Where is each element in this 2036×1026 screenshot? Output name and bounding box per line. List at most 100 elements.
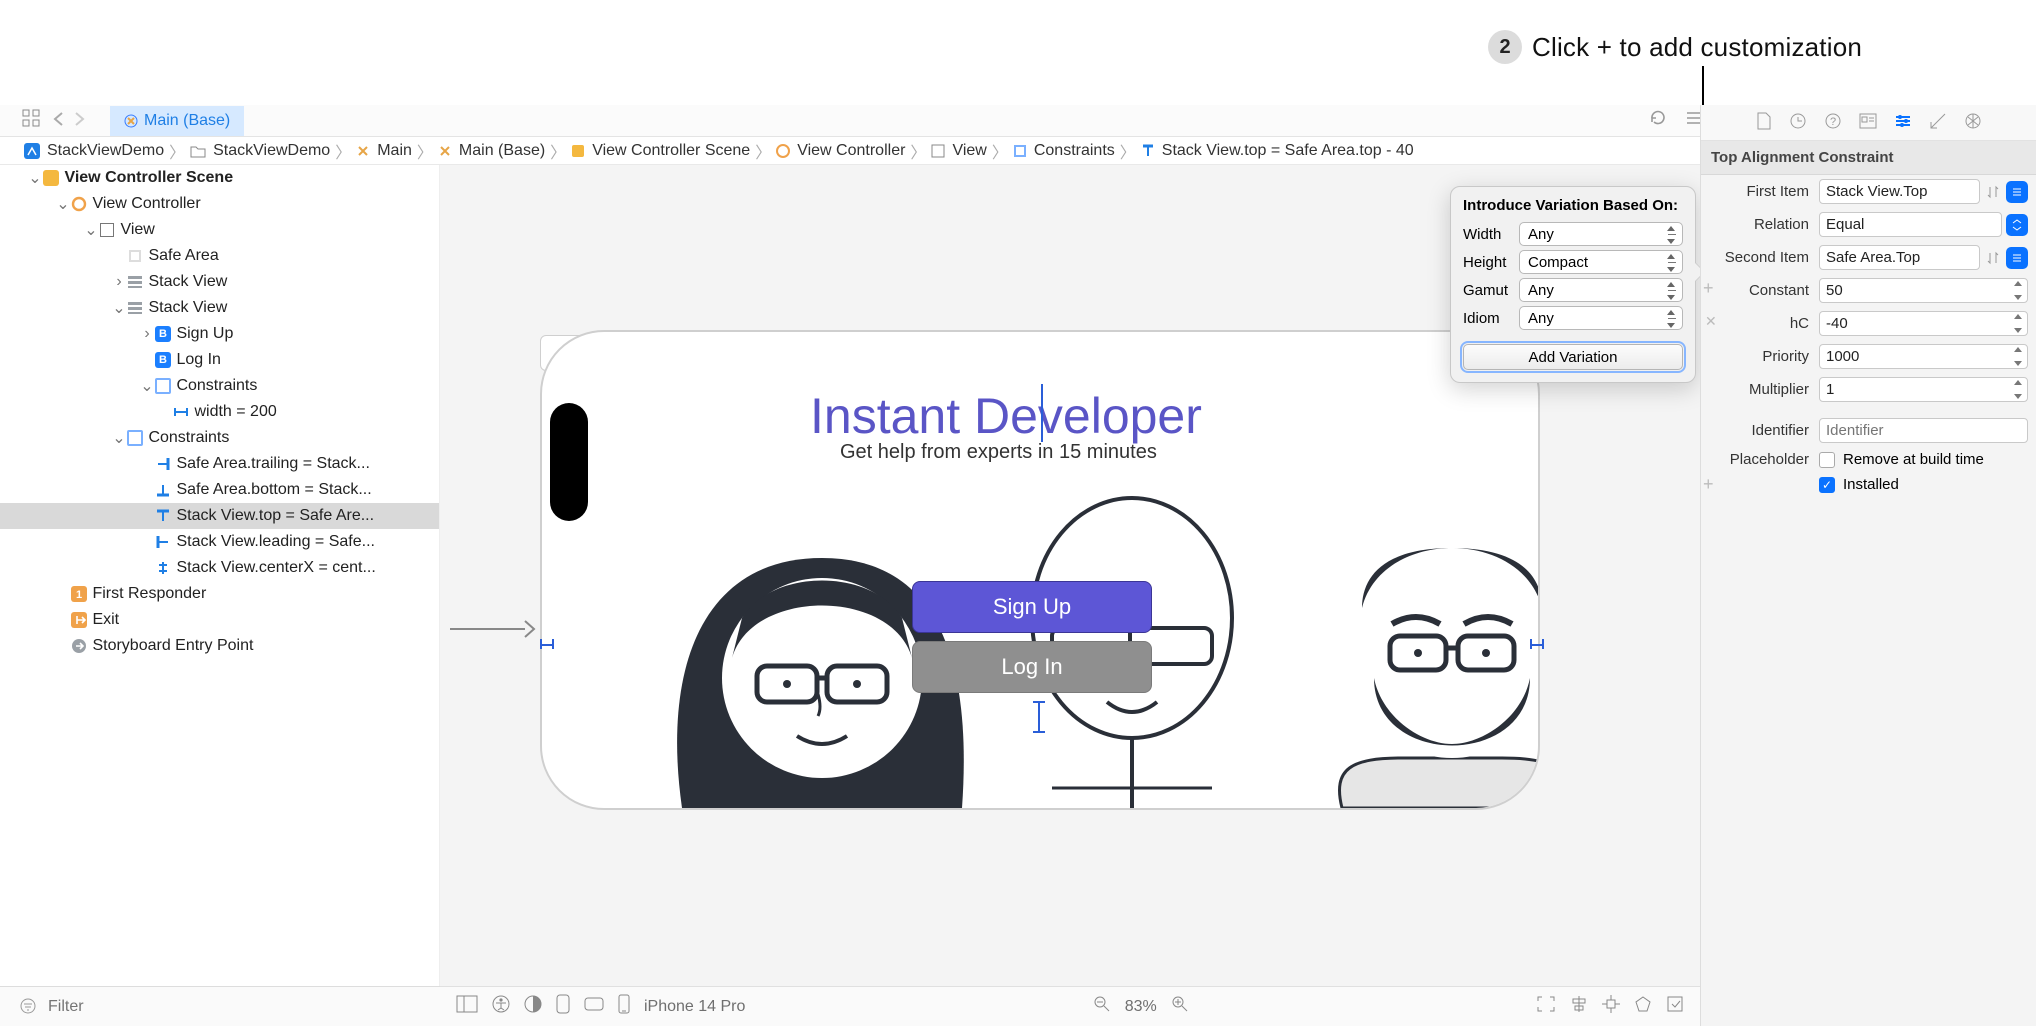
accessibility-icon[interactable] [492, 995, 510, 1018]
bc-7[interactable]: Constraints [1034, 142, 1115, 160]
popover-height-select[interactable]: Compact [1519, 250, 1683, 274]
layout-grid-icon[interactable] [22, 109, 40, 132]
outline-exit[interactable]: Exit [0, 607, 439, 633]
remove-hc-variation-button[interactable]: ✕ [1705, 313, 1717, 330]
bc-0[interactable]: StackViewDemo [47, 142, 164, 160]
outline-btn-login[interactable]: B Log In [0, 347, 439, 373]
login-button[interactable]: Log In [912, 641, 1152, 693]
placeholder-check-text: Remove at build time [1843, 451, 1984, 468]
tab-attributes-icon[interactable] [1894, 114, 1912, 132]
popover-gamut-select[interactable]: Any [1519, 278, 1683, 302]
breadcrumb: StackViewDemo〉 StackViewDemo〉 Main〉 Main… [0, 137, 1755, 165]
identifier-input[interactable] [1819, 418, 2028, 443]
align-icon[interactable] [1570, 995, 1588, 1018]
storyboard-icon [438, 144, 452, 158]
multiplier-stepper[interactable] [2011, 379, 2025, 400]
hc-stepper[interactable] [2011, 313, 2025, 334]
embed-icon[interactable] [1666, 995, 1684, 1018]
resolve-icon[interactable] [1634, 995, 1652, 1018]
tab-help-icon[interactable]: ? [1824, 112, 1842, 134]
device-phone-icon[interactable] [618, 994, 630, 1019]
relation-select[interactable]: Equal [1819, 212, 2002, 237]
popover-height-label: Height [1463, 254, 1519, 271]
first-item-menu-button[interactable] [2006, 181, 2028, 203]
outline-scene[interactable]: ⌄ View Controller Scene [0, 165, 439, 191]
placeholder-checkbox[interactable] [1819, 452, 1835, 468]
outline-c-leading[interactable]: Stack View.leading = Safe... [0, 529, 439, 555]
second-item-select[interactable]: Safe Area.Top [1819, 245, 1980, 270]
bc-4[interactable]: View Controller Scene [592, 142, 750, 160]
hc-input[interactable]: -40 [1819, 311, 2028, 336]
outline-c-top-selected[interactable]: Stack View.top = Safe Are... [0, 503, 439, 529]
bc-2[interactable]: Main [377, 142, 412, 160]
file-tab-label: Main (Base) [144, 112, 230, 130]
priority-stepper[interactable] [2011, 346, 2025, 367]
installed-checkbox[interactable]: ✓ [1819, 477, 1835, 493]
bc-8[interactable]: Stack View.top = Safe Area.top - 40 [1162, 142, 1414, 160]
first-item-label: First Item [1701, 183, 1819, 200]
bc-6[interactable]: View [952, 142, 986, 160]
tab-identity-icon[interactable] [1859, 113, 1877, 133]
orientation-portrait-icon[interactable] [556, 994, 570, 1019]
second-item-menu-button[interactable] [2006, 247, 2028, 269]
add-installed-variation-button[interactable]: + [1703, 474, 1714, 495]
trailing-constraint-indicator [1530, 630, 1544, 660]
relation-menu-button[interactable] [2006, 214, 2028, 236]
app-title: Instant Developer [810, 387, 1202, 445]
nav-back-icon[interactable] [52, 111, 64, 131]
zoom-out-icon[interactable] [1093, 995, 1111, 1018]
constant-stepper[interactable] [2011, 280, 2025, 301]
avatar-middle [1012, 468, 1252, 808]
file-tab-main[interactable]: Main (Base) [110, 106, 244, 136]
tab-file-icon[interactable] [1756, 112, 1772, 134]
filter-icon [20, 998, 38, 1016]
hc-label: hC [1701, 315, 1819, 332]
outline-constraints-2[interactable]: ⌄ Constraints [0, 425, 439, 451]
toggle-outline-icon[interactable] [456, 995, 478, 1018]
popover-idiom-select[interactable]: Any [1519, 306, 1683, 330]
zoom-value[interactable]: 83% [1125, 998, 1157, 1016]
add-constant-variation-button[interactable]: + [1703, 278, 1714, 299]
pin-icon[interactable] [1602, 995, 1620, 1018]
appearance-icon[interactable] [524, 995, 542, 1018]
swap-items-icon[interactable] [1984, 183, 2002, 201]
orientation-landscape-icon[interactable] [584, 997, 604, 1016]
bc-1[interactable]: StackViewDemo [213, 142, 330, 160]
outline-btn-signup[interactable]: ›B Sign Up [0, 321, 439, 347]
priority-input[interactable]: 1000 [1819, 344, 2028, 369]
first-item-select[interactable]: Stack View.Top [1819, 179, 1980, 204]
bc-3[interactable]: Main (Base) [459, 142, 545, 160]
outline-view[interactable]: ⌄ View [0, 217, 439, 243]
device-notch [550, 403, 588, 521]
outline-vc[interactable]: ⌄ View Controller [0, 191, 439, 217]
constant-input[interactable]: 50 [1819, 278, 2028, 303]
outline-c-centerx[interactable]: Stack View.centerX = cent... [0, 555, 439, 581]
vc-icon [776, 144, 790, 158]
tab-connections-icon[interactable] [1964, 112, 1982, 134]
outline-stackview-2[interactable]: ⌄ Stack View [0, 295, 439, 321]
signup-button[interactable]: Sign Up [912, 581, 1152, 633]
outline-width-200[interactable]: width = 200 [0, 399, 439, 425]
outline-c-trailing[interactable]: Safe Area.trailing = Stack... [0, 451, 439, 477]
add-variation-button[interactable]: Add Variation [1463, 344, 1683, 370]
multiplier-input[interactable]: 1 [1819, 377, 2028, 402]
zoom-in-icon[interactable] [1171, 995, 1189, 1018]
bc-5[interactable]: View Controller [797, 142, 905, 160]
device-label[interactable]: iPhone 14 Pro [644, 998, 745, 1016]
outline-safe-area[interactable]: Safe Area [0, 243, 439, 269]
zoom-fit-icon[interactable] [1536, 995, 1556, 1018]
outline-c-bottom[interactable]: Safe Area.bottom = Stack... [0, 477, 439, 503]
outline-constraints-1[interactable]: ⌄ Constraints [0, 373, 439, 399]
tab-history-icon[interactable] [1789, 112, 1807, 134]
refresh-icon[interactable] [1649, 109, 1667, 132]
editor-tabbar: Main (Base) [0, 105, 1755, 137]
outline-stackview-1[interactable]: › Stack View [0, 269, 439, 295]
nav-forward-icon[interactable] [74, 111, 86, 131]
outline-storyboard-entry[interactable]: Storyboard Entry Point [0, 633, 439, 659]
filter-input[interactable] [48, 998, 440, 1016]
popover-width-select[interactable]: Any [1519, 222, 1683, 246]
tab-size-icon[interactable] [1929, 112, 1947, 134]
outline-first-responder[interactable]: 1 First Responder [0, 581, 439, 607]
popover-gamut-label: Gamut [1463, 282, 1519, 299]
swap-items-icon-2[interactable] [1984, 249, 2002, 267]
